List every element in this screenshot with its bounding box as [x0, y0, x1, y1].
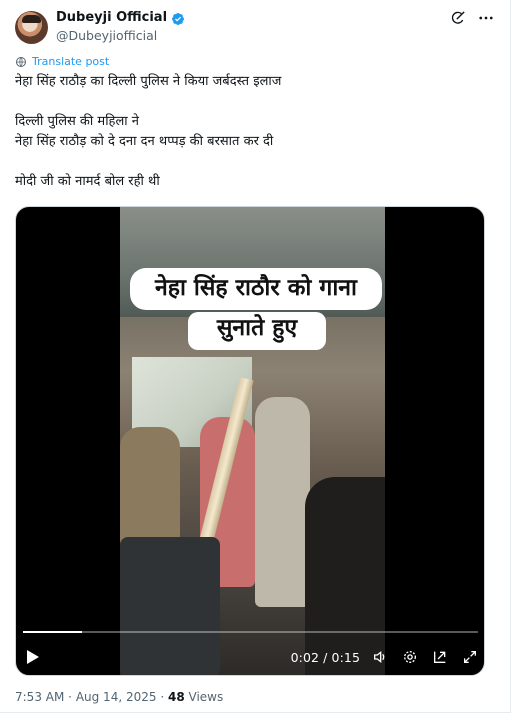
- grok-icon[interactable]: [449, 9, 467, 27]
- translate-post-link[interactable]: Translate post: [15, 55, 109, 68]
- post-line-4: मोदी जी को नामर्द बोल रही थी: [15, 174, 160, 189]
- separator-dot: ·: [68, 690, 72, 704]
- play-icon[interactable]: [26, 649, 40, 665]
- translate-globe-icon: [15, 56, 27, 68]
- display-name-row: Dubeyji Official: [56, 9, 185, 27]
- video-time: 0:02 / 0:15: [290, 649, 360, 665]
- video-progress-fill: [23, 631, 83, 633]
- video-controls: 0:02 / 0:15: [26, 647, 478, 667]
- author-handle[interactable]: @Dubeyjiofficial: [56, 27, 185, 45]
- fullscreen-icon[interactable]: [462, 649, 478, 665]
- post-line-3: नेहा सिंह राठौड़ को दे दना दन थप्पड़ की …: [15, 134, 274, 149]
- more-options-icon[interactable]: [477, 9, 495, 27]
- post-header: Dubeyji Official @Dubeyjiofficial: [15, 9, 495, 45]
- verified-badge-icon: [171, 11, 185, 25]
- translate-label: Translate post: [32, 55, 110, 68]
- video-progress-bar[interactable]: [23, 631, 478, 633]
- volume-icon[interactable]: [372, 649, 388, 665]
- author-display-name[interactable]: Dubeyji Official: [56, 9, 167, 27]
- separator-dot: ·: [160, 690, 165, 704]
- author-names: Dubeyji Official @Dubeyjiofficial: [56, 9, 185, 45]
- pop-out-icon[interactable]: [432, 649, 448, 665]
- views-count: 48: [167, 690, 185, 704]
- post-text: नेहा सिंह राठौड़ का दिल्ली पुलिस ने किया…: [15, 72, 495, 192]
- post-date[interactable]: Aug 14, 2025: [76, 690, 157, 704]
- post-line-1: नेहा सिंह राठौड़ का दिल्ली पुलिस ने किया…: [15, 74, 282, 89]
- post-metadata: 7:53 AM · Aug 14, 2025 · 48 Views: [15, 690, 223, 704]
- post-line-2: दिल्ली पुलिस की महिला ने: [15, 114, 139, 129]
- views-label: Views: [188, 690, 224, 704]
- video-caption-line1: नेहा सिंह राठौर को गाना: [130, 268, 382, 310]
- video-caption-line2: सुनाते हुए: [188, 312, 326, 350]
- header-actions: [449, 9, 495, 27]
- post-card: Dubeyji Official @Dubeyjiofficial Transl…: [0, 0, 511, 713]
- avatar[interactable]: [15, 11, 48, 44]
- post-time[interactable]: 7:53 AM: [15, 690, 64, 704]
- settings-icon[interactable]: [402, 649, 418, 665]
